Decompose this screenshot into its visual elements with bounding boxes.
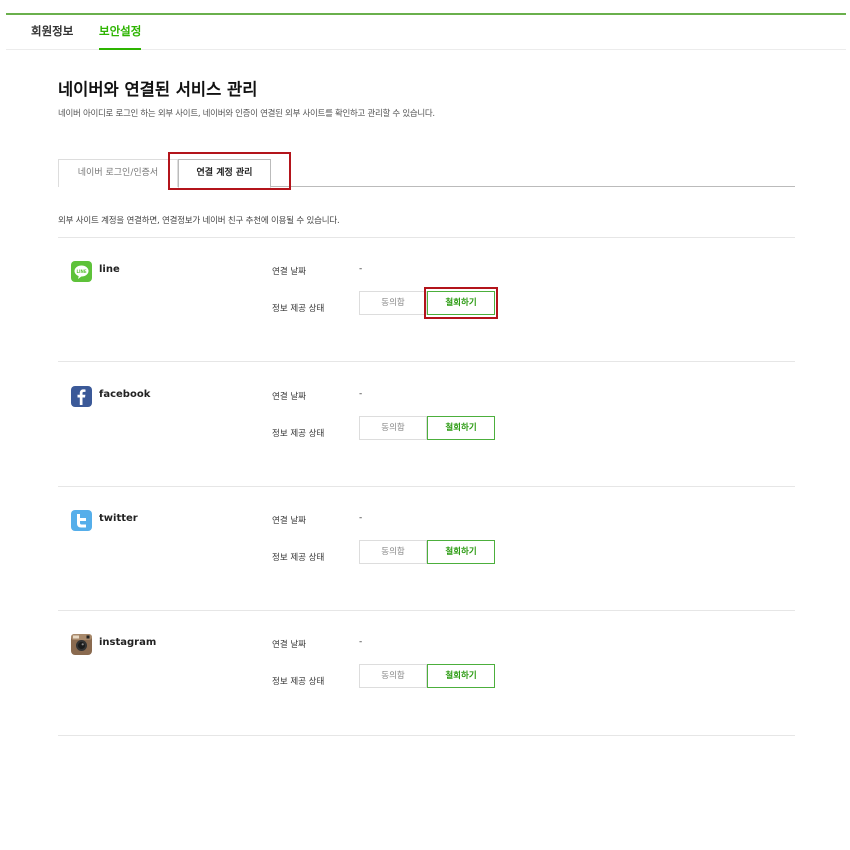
divider <box>58 735 795 736</box>
info-status-label: 정보 제공 상태 <box>272 304 325 314</box>
connect-date-value: - <box>359 637 363 647</box>
twitter-icon <box>71 510 92 531</box>
connect-date-label: 연결 날짜 <box>272 392 306 402</box>
divider <box>58 361 795 362</box>
subtab-bar: 네이버 로그인/인증서 연결 계정 관리 <box>58 159 795 188</box>
agree-button[interactable]: 동의함 <box>359 291 427 315</box>
connect-date-label: 연결 날짜 <box>272 267 306 277</box>
service-row-line: LINE line 연결 날짜 - 정보 제공 상태 동의함 철회하기 <box>58 261 795 385</box>
facebook-icon <box>71 386 92 407</box>
service-name: instagram <box>99 637 157 648</box>
service-name: line <box>99 264 120 275</box>
page-description: 네이버 아이디로 로그인 하는 외부 사이트, 네이버와 인증이 연결된 외부 … <box>58 109 435 119</box>
page-title: 네이버와 연결된 서비스 관리 <box>58 80 258 99</box>
service-name: twitter <box>99 513 138 524</box>
intro-text: 외부 사이트 계정을 연결하면, 연결정보가 네이버 친구 추천에 이용될 수 … <box>58 216 340 226</box>
agree-button[interactable]: 동의함 <box>359 540 427 564</box>
svg-text:LINE: LINE <box>76 269 86 274</box>
service-name: facebook <box>99 389 151 400</box>
connect-date-value: - <box>359 513 363 523</box>
connect-date-label: 연결 날짜 <box>272 640 306 650</box>
divider <box>58 610 795 611</box>
revoke-button[interactable]: 철회하기 <box>427 540 495 564</box>
info-status-label: 정보 제공 상태 <box>272 553 325 563</box>
revoke-button[interactable]: 철회하기 <box>427 291 495 315</box>
instagram-icon <box>71 634 92 655</box>
info-status-label: 정보 제공 상태 <box>272 677 325 687</box>
agree-button[interactable]: 동의함 <box>359 416 427 440</box>
subtab-naver-login[interactable]: 네이버 로그인/인증서 <box>58 159 178 187</box>
revoke-button[interactable]: 철회하기 <box>427 664 495 688</box>
divider <box>58 237 795 238</box>
subtab-linked-accounts[interactable]: 연결 계정 관리 <box>178 159 271 188</box>
revoke-button[interactable]: 철회하기 <box>427 416 495 440</box>
connect-date-value: - <box>359 264 363 274</box>
tab-security-settings[interactable]: 보안설정 <box>99 15 142 50</box>
line-icon: LINE <box>71 261 92 282</box>
service-row-instagram: instagram 연결 날짜 - 정보 제공 상태 동의함 철회하기 <box>58 634 795 758</box>
service-row-twitter: twitter 연결 날짜 - 정보 제공 상태 동의함 철회하기 <box>58 510 795 634</box>
service-row-facebook: facebook 연결 날짜 - 정보 제공 상태 동의함 철회하기 <box>58 386 795 510</box>
connect-date-value: - <box>359 389 363 399</box>
divider <box>58 486 795 487</box>
agree-button[interactable]: 동의함 <box>359 664 427 688</box>
top-nav: 회원정보 보안설정 <box>6 15 846 50</box>
tab-member-info[interactable]: 회원정보 <box>31 15 73 50</box>
connect-date-label: 연결 날짜 <box>272 516 306 526</box>
info-status-label: 정보 제공 상태 <box>272 429 325 439</box>
